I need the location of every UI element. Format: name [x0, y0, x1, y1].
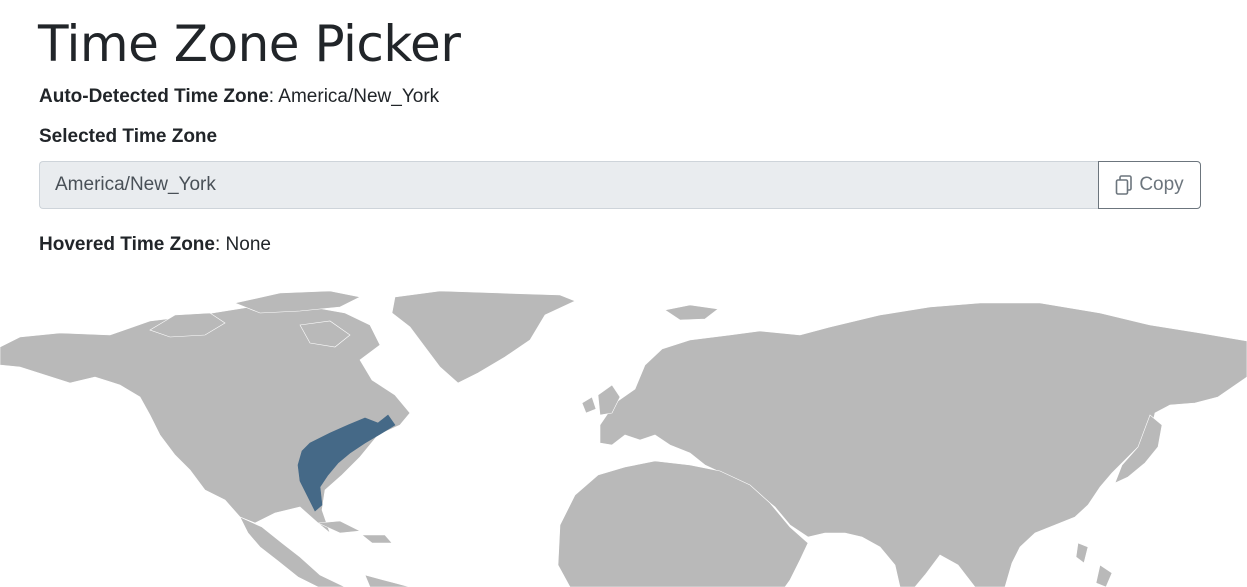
hovered-separator: :: [214, 234, 226, 255]
auto-detected-row: Auto-Detected Time Zone: America/New_Yor…: [39, 85, 439, 109]
map-region-iceland[interactable]: [664, 304, 719, 321]
page-title: Time Zone Picker: [38, 15, 461, 73]
auto-detected-label: Auto-Detected Time Zone: [39, 86, 269, 107]
selected-time-zone-input[interactable]: [39, 161, 1098, 209]
auto-detected-value: America/New_York: [278, 86, 440, 107]
map-region-caribbean[interactable]: [316, 520, 411, 587]
selected-time-zone-group: Copy: [39, 161, 1201, 209]
auto-detected-separator: :: [268, 86, 279, 107]
hovered-row: Hovered Time Zone: None: [39, 233, 271, 257]
copy-icon: [1116, 175, 1133, 195]
selected-time-zone-label: Selected Time Zone: [39, 126, 218, 147]
page: Time Zone Picker Auto-Detected Time Zone…: [0, 0, 1247, 587]
copy-button-label: Copy: [1139, 174, 1184, 195]
copy-button[interactable]: Copy: [1098, 161, 1201, 209]
world-time-zone-map[interactable]: [0, 285, 1247, 587]
map-region-north-america[interactable]: [0, 304, 411, 534]
hovered-value: None: [225, 234, 271, 255]
map-region-greenland[interactable]: [391, 290, 576, 384]
hovered-label: Hovered Time Zone: [39, 234, 215, 255]
